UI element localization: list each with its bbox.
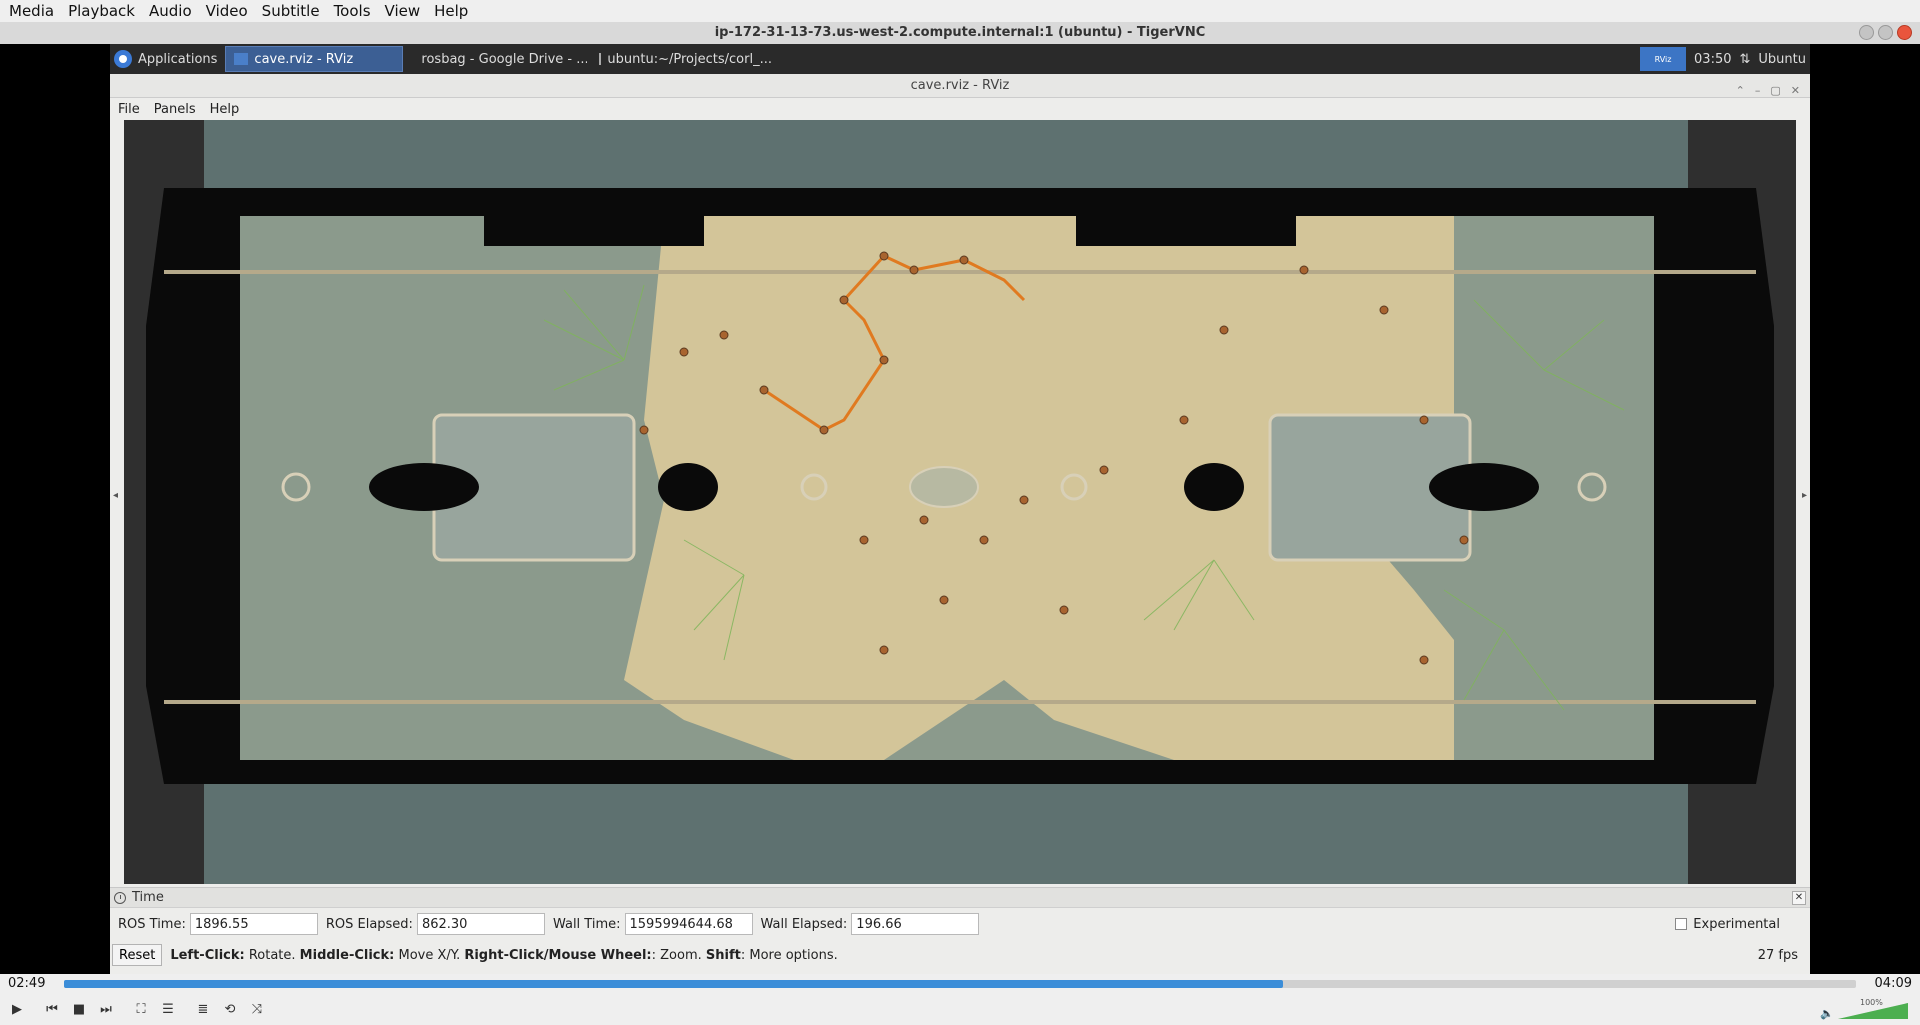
panel-user[interactable]: Ubuntu	[1758, 52, 1806, 67]
menu-file[interactable]: File	[110, 102, 146, 117]
tunnel-center-right	[1184, 463, 1244, 511]
time-fields: ROS Time: ROS Elapsed: Wall Time: Wall E…	[110, 908, 1810, 940]
experimental-toggle[interactable]: Experimental	[1675, 917, 1780, 932]
wall-time-label: Wall Time:	[552, 916, 621, 932]
help-left-key: Left-Click:	[170, 947, 245, 963]
tunnel-left	[369, 463, 479, 511]
rviz-3d-viewport[interactable]	[124, 120, 1796, 884]
volume-label: 100%	[1860, 998, 1883, 1007]
task-rviz[interactable]: cave.rviz - RViz	[225, 46, 404, 72]
maximize-button[interactable]	[1878, 25, 1893, 40]
experimental-label: Experimental	[1693, 916, 1780, 932]
network-icon: ⇅	[1739, 51, 1751, 67]
menu-audio[interactable]: Audio	[140, 2, 197, 20]
seek-row: 02:49 04:09	[0, 974, 1920, 992]
help-right-key: Right-Click/Mouse Wheel:	[464, 947, 652, 963]
time-panel-title: Time	[132, 890, 164, 905]
rail-bottom	[164, 700, 1756, 704]
minimize-button[interactable]	[1859, 25, 1874, 40]
play-icon[interactable]: ▶	[4, 996, 30, 1022]
xfce-panel: Applications cave.rviz - RViz rosbag - G…	[110, 44, 1810, 74]
stop-icon[interactable]: ■	[66, 996, 92, 1022]
vnc-title: ip-172-31-13-73.us-west-2.compute.intern…	[714, 25, 1206, 40]
task-label: ubuntu:~/Projects/corl_...	[607, 51, 772, 67]
total-time: 04:09	[1874, 975, 1912, 991]
right-panel-arrow-icon[interactable]: ▸	[1802, 490, 1807, 501]
wall-elapsed-field[interactable]	[851, 913, 980, 935]
time-panel-header: Time ✕	[110, 888, 1810, 908]
shuffle-icon[interactable]: ⤨	[244, 996, 270, 1022]
center-marker	[909, 466, 979, 508]
seek-progress	[64, 980, 1283, 988]
seek-slider[interactable]	[64, 980, 1856, 988]
help-right-desc: : Zoom.	[651, 947, 706, 963]
menu-subtitle[interactable]: Subtitle	[253, 2, 325, 20]
rviz-title: cave.rviz - RViz	[910, 78, 1010, 93]
time-panel: Time ✕ ROS Time: ROS Elapsed: Wall Time:…	[110, 887, 1810, 974]
help-left-desc: Rotate.	[244, 947, 300, 963]
close-button[interactable]	[1897, 25, 1912, 40]
menu-panels[interactable]: Panels	[146, 102, 202, 117]
help-mid-desc: Move X/Y.	[394, 947, 465, 963]
xfce-logo-icon	[114, 50, 132, 68]
fps-readout: 27 fps	[1757, 947, 1798, 963]
vnc-titlebar: ip-172-31-13-73.us-west-2.compute.intern…	[0, 22, 1920, 44]
rviz-menubar: File Panels Help	[110, 98, 1810, 120]
cave-scene	[146, 120, 1774, 884]
remote-desktop: Applications cave.rviz - RViz rosbag - G…	[110, 44, 1810, 974]
playback-buttons: ▶ ⏮ ■ ⏭ ⛶ ☰ ≣ ⟲ ⤨ 🔈 100%	[0, 993, 1920, 1025]
experimental-checkbox[interactable]	[1675, 918, 1688, 930]
fullscreen-icon[interactable]: ⛶	[128, 996, 154, 1022]
playlist-icon[interactable]: ≣	[190, 996, 216, 1022]
menu-media[interactable]: Media	[0, 2, 59, 20]
extended-settings-icon[interactable]: ☰	[155, 996, 181, 1022]
left-panel-arrow-icon[interactable]: ◂	[113, 490, 118, 501]
rail-top	[164, 270, 1756, 274]
task-label: cave.rviz - RViz	[254, 51, 354, 67]
menu-view[interactable]: View	[376, 2, 426, 20]
tunnel-right	[1429, 463, 1539, 511]
next-icon[interactable]: ⏭	[93, 996, 119, 1022]
help-mid-key: Middle-Click:	[299, 947, 395, 963]
rviz-icon	[234, 53, 249, 65]
ceiling-beam-right	[1076, 216, 1296, 246]
ceiling-beam-left	[484, 216, 704, 246]
help-text: Left-Click: Rotate. Middle-Click: Move X…	[170, 948, 837, 963]
applications-menu[interactable]: Applications	[110, 44, 225, 74]
loop-icon[interactable]: ⟲	[217, 996, 243, 1022]
menu-tools[interactable]: Tools	[325, 2, 376, 20]
close-icon[interactable]: ✕	[1792, 890, 1806, 905]
panel-clock: 03:50	[1694, 51, 1732, 67]
wall-time-field[interactable]	[624, 913, 753, 935]
help-shift-desc: : More options.	[740, 947, 838, 963]
elapsed-time: 02:49	[8, 975, 46, 991]
menu-playback[interactable]: Playback	[59, 2, 140, 20]
ros-elapsed-field[interactable]	[416, 913, 545, 935]
menu-help[interactable]: Help	[202, 102, 246, 117]
ros-elapsed-label: ROS Elapsed:	[325, 916, 413, 932]
ros-time-field[interactable]	[189, 913, 318, 935]
help-bar: Reset Left-Click: Rotate. Middle-Click: …	[110, 940, 1810, 970]
applications-label: Applications	[138, 51, 218, 67]
rviz-tray-icon[interactable]: RViz	[1640, 47, 1687, 71]
task-terminal[interactable]: ubuntu:~/Projects/corl_...	[591, 46, 771, 72]
volume-slider[interactable]: 🔈 100%	[1820, 997, 1910, 1021]
terminal-icon	[599, 53, 602, 65]
menu-video[interactable]: Video	[197, 2, 253, 20]
rviz-titlebar: cave.rviz - RViz ⌃ – ▢ ✕	[110, 74, 1810, 98]
tunnel-center-left	[658, 463, 718, 511]
menu-help[interactable]: Help	[425, 2, 473, 20]
clock-icon	[114, 891, 126, 904]
wall-elapsed-label: Wall Elapsed:	[760, 916, 848, 932]
previous-icon[interactable]: ⏮	[39, 996, 65, 1022]
speaker-icon: 🔈	[1820, 1007, 1834, 1020]
reset-button[interactable]: Reset	[112, 944, 163, 966]
help-shift-key: Shift	[705, 947, 741, 963]
task-label: rosbag - Google Drive - ...	[421, 51, 588, 67]
ros-time-label: ROS Time:	[118, 916, 186, 932]
vlc-menubar: Media Playback Audio Video Subtitle Tool…	[0, 0, 1920, 22]
vlc-controls: 02:49 04:09 ▶ ⏮ ■ ⏭ ⛶ ☰ ≣ ⟲ ⤨ 🔈 100%	[0, 974, 1920, 1025]
task-firefox[interactable]: rosbag - Google Drive - ...	[407, 46, 587, 72]
